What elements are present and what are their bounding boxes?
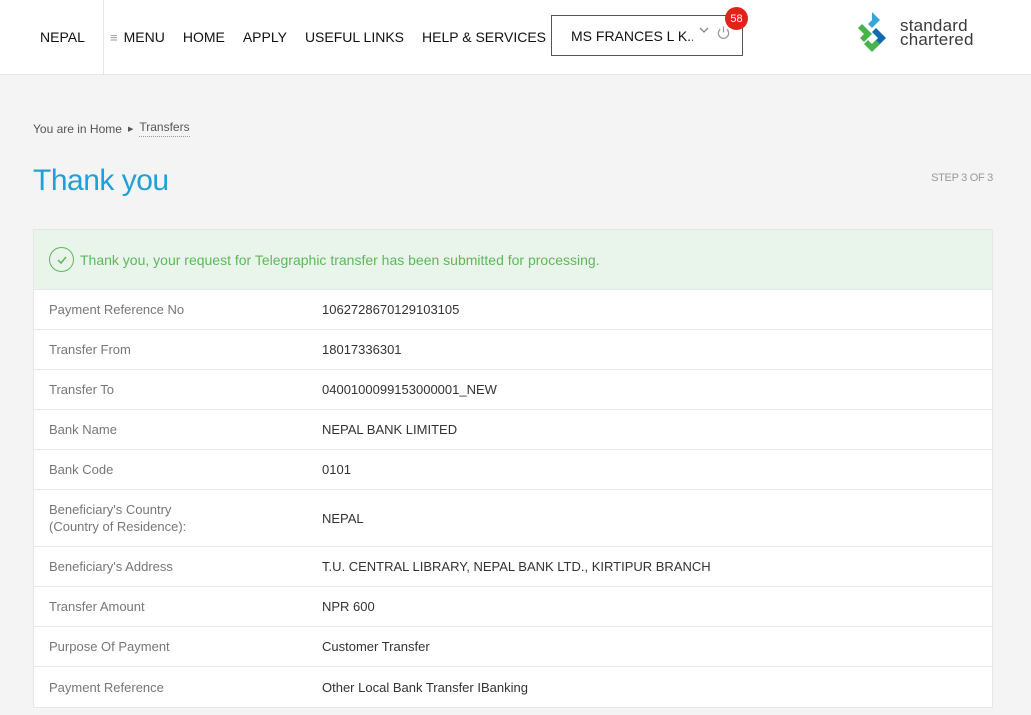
detail-label: Transfer From <box>49 342 131 357</box>
nav-home[interactable]: HOME <box>183 29 225 45</box>
detail-value: 18017336301 <box>322 342 402 357</box>
detail-value: Other Local Bank Transfer IBanking <box>322 679 528 695</box>
step-indicator: STEP 3 OF 3 <box>931 172 993 184</box>
top-header: NEPAL ≡ MENU HOME APPLY USEFUL LINKS HEL… <box>0 0 1031 75</box>
logo-text-line2: chartered <box>900 30 974 49</box>
detail-row: Transfer Amount NPR 600 <box>34 587 992 627</box>
success-alert: Thank you, your request for Telegraphic … <box>34 230 992 290</box>
user-name: MS FRANCES L K... <box>571 27 693 44</box>
detail-label: Beneficiary's Country (Country of Reside… <box>34 501 322 535</box>
success-message: Thank you, your request for Telegraphic … <box>80 251 600 268</box>
detail-row: Payment Reference No 1062728670129103105 <box>34 290 992 330</box>
confirmation-panel: Thank you, your request for Telegraphic … <box>33 229 993 708</box>
detail-row: Bank Name NEPAL BANK LIMITED <box>34 410 992 450</box>
nav-menu-label: MENU <box>123 29 165 45</box>
hamburger-icon: ≡ <box>110 29 118 45</box>
chevron-down-icon[interactable] <box>698 24 710 39</box>
detail-value: 0101 <box>322 462 351 477</box>
detail-label-line2: (Country of Residence): <box>49 519 187 534</box>
detail-label: Payment Reference <box>49 679 164 695</box>
breadcrumb: You are in Home ▶ Transfers <box>33 120 190 137</box>
breadcrumb-prefix[interactable]: You are in Home <box>33 122 122 136</box>
detail-row: Transfer To 0400100099153000001_NEW <box>34 370 992 410</box>
detail-value: NEPAL <box>322 510 364 526</box>
detail-value: Customer Transfer <box>322 639 430 654</box>
detail-value: NPR 600 <box>322 599 375 614</box>
nav-help-services[interactable]: HELP & SERVICES <box>422 29 546 45</box>
detail-label: Bank Code <box>49 462 114 477</box>
caret-right-icon: ▶ <box>127 125 134 133</box>
main-nav: ≡ MENU HOME APPLY USEFUL LINKS HELP & SE… <box>104 0 564 74</box>
detail-row: Payment Reference Other Local Bank Trans… <box>34 667 992 707</box>
nav-menu-button[interactable]: ≡ MENU <box>104 29 165 45</box>
detail-label: Payment Reference No <box>49 302 185 317</box>
page-title: Thank you <box>33 164 169 197</box>
nav-useful-links[interactable]: USEFUL LINKS <box>305 29 404 45</box>
standard-chartered-logo[interactable]: standard chartered <box>858 10 974 56</box>
nav-apply[interactable]: APPLY <box>243 29 287 45</box>
detail-label: Bank Name <box>49 422 117 437</box>
notification-badge[interactable]: 58 <box>725 7 748 30</box>
check-circle-icon <box>49 247 74 272</box>
detail-value: NEPAL BANK LIMITED <box>322 422 458 437</box>
detail-row: Bank Code 0101 <box>34 450 992 490</box>
detail-row: Beneficiary's Address T.U. CENTRAL LIBRA… <box>34 547 992 587</box>
logo-text: standard chartered <box>900 17 974 49</box>
detail-value: T.U. CENTRAL LIBRARY, NEPAL BANK LTD., K… <box>322 559 711 574</box>
breadcrumb-current[interactable]: Transfers <box>139 120 190 137</box>
detail-value: 1062728670129103105 <box>322 302 460 317</box>
detail-label: Purpose Of Payment <box>49 639 170 654</box>
detail-row: Transfer From 18017336301 <box>34 330 992 370</box>
detail-label: Transfer Amount <box>49 599 145 614</box>
user-menu[interactable]: MS FRANCES L K... <box>551 15 743 56</box>
detail-value: 0400100099153000001_NEW <box>322 382 497 397</box>
detail-label: Beneficiary's Address <box>49 559 173 574</box>
detail-label: Transfer To <box>49 382 115 397</box>
detail-row: Purpose Of Payment Customer Transfer <box>34 627 992 667</box>
country-selector[interactable]: NEPAL <box>0 0 104 74</box>
detail-row: Beneficiary's Country (Country of Reside… <box>34 490 992 547</box>
detail-label-line1: Beneficiary's Country <box>49 502 172 517</box>
logo-mark-icon <box>858 12 886 52</box>
